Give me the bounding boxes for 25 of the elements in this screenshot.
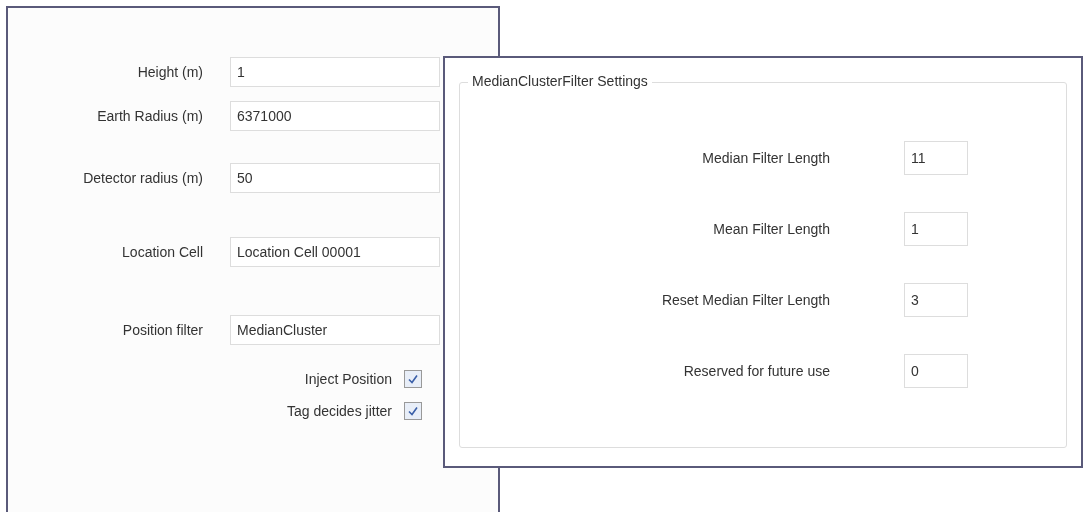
field-label: Median Filter Length bbox=[701, 150, 830, 166]
checkbox-label: Inject Position bbox=[304, 371, 392, 387]
field-label: Reserved for future use bbox=[682, 363, 830, 379]
field-label: Earth Radius (m) bbox=[96, 108, 204, 124]
field-label: Detector radius (m) bbox=[82, 170, 204, 186]
text-field[interactable]: 50 bbox=[230, 163, 440, 193]
field-label: Position filter bbox=[121, 322, 204, 338]
checkbox[interactable] bbox=[404, 370, 422, 388]
number-field[interactable]: 1 bbox=[904, 212, 968, 246]
field-label: Location Cell bbox=[121, 244, 204, 260]
field-label: Height (m) bbox=[136, 64, 204, 80]
checkbox[interactable] bbox=[404, 402, 422, 420]
number-field[interactable]: 11 bbox=[904, 141, 968, 175]
number-field[interactable]: 0 bbox=[904, 354, 968, 388]
check-icon bbox=[407, 405, 419, 417]
number-field[interactable]: 3 bbox=[904, 283, 968, 317]
text-field[interactable]: 1 bbox=[230, 57, 440, 87]
group-title: MedianClusterFilter Settings bbox=[468, 73, 652, 89]
field-label: Mean Filter Length bbox=[712, 221, 830, 237]
field-label: Reset Median Filter Length bbox=[660, 292, 830, 308]
text-field[interactable]: MedianCluster bbox=[230, 315, 440, 345]
text-field[interactable]: 6371000 bbox=[230, 101, 440, 131]
text-field[interactable]: Location Cell 00001 bbox=[230, 237, 440, 267]
check-icon bbox=[407, 373, 419, 385]
checkbox-label: Tag decides jitter bbox=[286, 403, 392, 419]
